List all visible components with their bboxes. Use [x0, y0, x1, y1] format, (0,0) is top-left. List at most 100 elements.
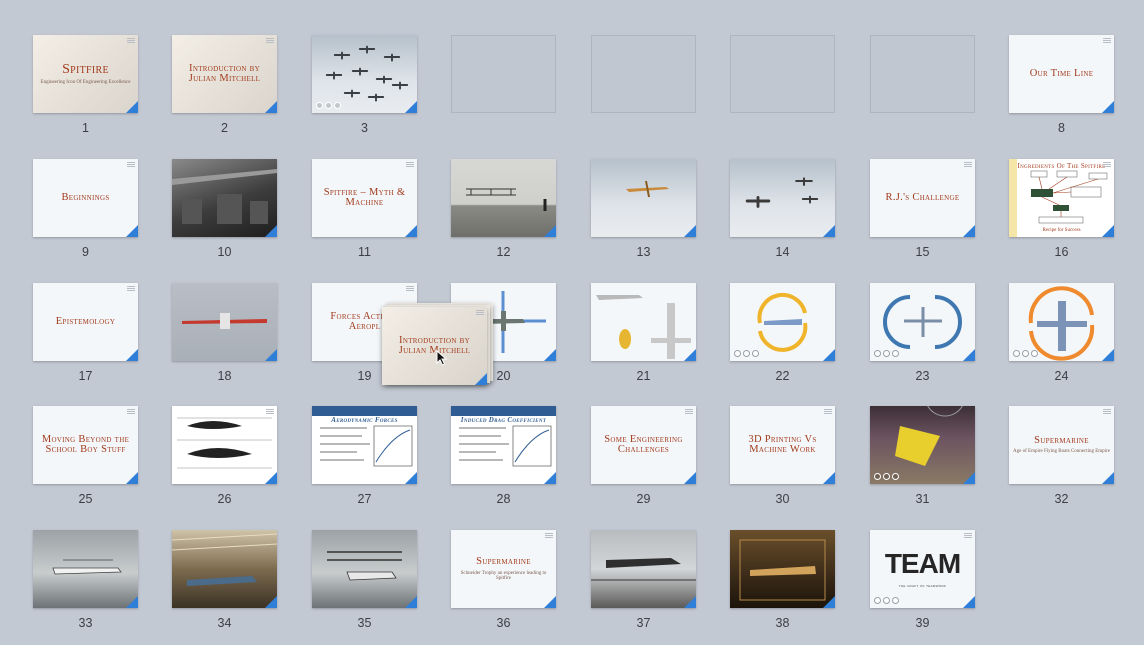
slide-thumbnail-cell[interactable]: 38	[730, 530, 835, 640]
slide-corner-marker-icon	[684, 472, 696, 484]
build-animation-icon	[874, 473, 899, 480]
monoplane-icon	[626, 180, 669, 198]
slide-thumbnail-cell[interactable]: Ingredients Of The Spitfire Recipe for Su…	[1009, 159, 1114, 269]
seaplane-photo-icon	[327, 551, 402, 581]
slide-title: R.J.'s Challenge	[885, 191, 960, 203]
slide-number: 24	[1054, 369, 1069, 383]
slide-corner-marker-icon	[823, 596, 835, 608]
slide-thumbnail[interactable]: TEAM the craft of teamwork	[870, 530, 975, 608]
slide-thumbnail-cell[interactable]: 14	[730, 159, 835, 269]
slide-corner-marker-icon	[265, 596, 277, 608]
slide-thumbnail-cell[interactable]: 37	[591, 530, 696, 640]
slide-thumbnail-cell[interactable]: 10	[172, 159, 277, 269]
slide-thumbnail-cell[interactable]: 12	[451, 159, 556, 269]
slide-thumbnail[interactable]: Some Engineering Challenges	[591, 406, 696, 484]
slide-thumbnail-cell[interactable]: Supermarine Age of Empire Flying Boats Co…	[1009, 406, 1114, 516]
slide-title: Epistemology	[55, 315, 116, 327]
slide-thumbnail[interactable]: Spitfire – Myth & Machine	[312, 159, 417, 237]
slide-thumbnail[interactable]: Supermarine Age of Empire Flying Boats Co…	[1009, 406, 1114, 484]
slide-thumbnail-cell[interactable]: Introduction by Julian Mitchell 2	[172, 35, 277, 145]
empty-slot-frame	[591, 35, 696, 113]
slide-thumbnail-cell[interactable]: 21	[591, 283, 696, 393]
slide-thumbnail-cell[interactable]: 23	[870, 283, 975, 393]
slide-number: 30	[775, 492, 790, 506]
slide-title: Moving Beyond the School Boy Stuff	[41, 433, 130, 455]
slide-thumbnail[interactable]	[172, 159, 277, 237]
slide-thumbnail[interactable]: Introduction by Julian Mitchell	[172, 35, 277, 113]
notes-icon	[127, 38, 135, 44]
slide-thumbnail[interactable]: Supermarine Schneider Trophy an experienc…	[451, 530, 556, 608]
slide-thumbnail[interactable]	[33, 530, 138, 608]
slide-thumbnail-cell[interactable]: 33	[33, 530, 138, 640]
slide-corner-marker-icon	[126, 101, 138, 113]
slide-corner-marker-icon	[823, 349, 835, 361]
slide-thumbnail[interactable]	[730, 530, 835, 608]
slide-thumbnail[interactable]: 3D Printing Vs Machine Work	[730, 406, 835, 484]
slide-thumbnail[interactable]	[172, 283, 277, 361]
slide-thumbnail-cell[interactable]: Aerodynamic Forces 27	[312, 406, 417, 516]
slide-thumbnail-cell[interactable]: 3	[312, 35, 417, 145]
slide-thumbnail-cell[interactable]: 31	[870, 406, 975, 516]
slide-thumbnail-cell[interactable]: Some Engineering Challenges 29	[591, 406, 696, 516]
slide-thumbnail[interactable]	[591, 159, 696, 237]
slide-thumbnail-cell[interactable]: Beginnings 9	[33, 159, 138, 269]
slide-corner-marker-icon	[684, 596, 696, 608]
empty-slide-slot	[451, 35, 556, 145]
slide-thumbnail[interactable]	[312, 530, 417, 608]
slide-number: 29	[636, 492, 651, 506]
slide-corner-marker-icon	[1102, 101, 1114, 113]
slide-thumbnail-cell[interactable]: 26	[172, 406, 277, 516]
slide-thumbnail[interactable]	[591, 530, 696, 608]
slide-thumbnail[interactable]	[591, 283, 696, 361]
slide-thumbnail[interactable]: Spitfire Engineering Icon Of Engineering …	[33, 35, 138, 113]
build-animation-icon	[1013, 350, 1038, 357]
slide-thumbnail-cell[interactable]: 3D Printing Vs Machine Work 30	[730, 406, 835, 516]
slide-number: 35	[357, 616, 372, 630]
slide-thumbnail[interactable]: R.J.'s Challenge	[870, 159, 975, 237]
slide-thumbnail[interactable]	[172, 530, 277, 608]
slide-thumbnail[interactable]: Moving Beyond the School Boy Stuff	[33, 406, 138, 484]
empty-slide-slot	[870, 35, 975, 145]
slide-thumbnail[interactable]: Epistemology	[33, 283, 138, 361]
slide-number: 37	[636, 616, 651, 630]
slide-thumbnail-cell[interactable]: 18	[172, 283, 277, 393]
slide-number: 13	[636, 245, 651, 259]
empty-slide-slot	[730, 35, 835, 145]
slide-thumbnail[interactable]: Induced Drag Coefficient	[451, 406, 556, 484]
slide-thumbnail-cell[interactable]: Moving Beyond the School Boy Stuff 25	[33, 406, 138, 516]
build-animation-icon	[874, 597, 899, 604]
slide-thumbnail[interactable]: Our Time Line	[1009, 35, 1114, 113]
slide-thumbnail[interactable]: Ingredients Of The Spitfire Recipe for Su…	[1009, 159, 1114, 237]
slide-thumbnail[interactable]	[870, 283, 975, 361]
slide-corner-marker-icon	[544, 596, 556, 608]
slide-thumbnail-cell[interactable]: 22	[730, 283, 835, 393]
slide-thumbnail-cell[interactable]: Our Time Line 8	[1009, 35, 1114, 145]
slide-thumbnail-cell[interactable]: Induced Drag Coefficient 28	[451, 406, 556, 516]
slide-thumbnail-cell[interactable]: 13	[591, 159, 696, 269]
slide-thumbnail-cell[interactable]: Supermarine Schneider Trophy an experienc…	[451, 530, 556, 640]
slide-thumbnail[interactable]	[730, 283, 835, 361]
slide-thumbnail[interactable]	[1009, 283, 1114, 361]
slide-thumbnail[interactable]: Aerodynamic Forces	[312, 406, 417, 484]
slide-thumbnail-cell[interactable]: 24	[1009, 283, 1114, 393]
slide-thumbnail[interactable]: Beginnings	[33, 159, 138, 237]
slide-title: Beginnings	[61, 191, 110, 203]
slide-thumbnail-cell[interactable]: Spitfire – Myth & Machine 11	[312, 159, 417, 269]
slide-thumbnail[interactable]	[730, 159, 835, 237]
slide-number: 2	[221, 121, 228, 135]
slide-thumbnail-cell[interactable]: Spitfire Engineering Icon Of Engineering …	[33, 35, 138, 145]
slide-thumbnail-cell[interactable]: 34	[172, 530, 277, 640]
slide-thumbnail[interactable]	[312, 35, 417, 113]
slide-title: Some Engineering Challenges	[604, 433, 683, 455]
slide-thumbnail[interactable]	[870, 406, 975, 484]
slide-thumbnail-cell[interactable]: 35	[312, 530, 417, 640]
slide-corner-marker-icon	[126, 596, 138, 608]
notes-icon	[824, 409, 832, 415]
empty-slide-slot	[591, 35, 696, 145]
slide-subtitle: Schneider Trophy an experience leading t…	[460, 570, 547, 581]
slide-thumbnail-cell[interactable]: R.J.'s Challenge 15	[870, 159, 975, 269]
slide-thumbnail[interactable]	[172, 406, 277, 484]
slide-thumbnail-cell[interactable]: Epistemology 17	[33, 283, 138, 393]
slide-thumbnail-cell[interactable]: TEAM the craft of teamwork 39	[870, 530, 975, 640]
slide-thumbnail[interactable]	[451, 159, 556, 237]
